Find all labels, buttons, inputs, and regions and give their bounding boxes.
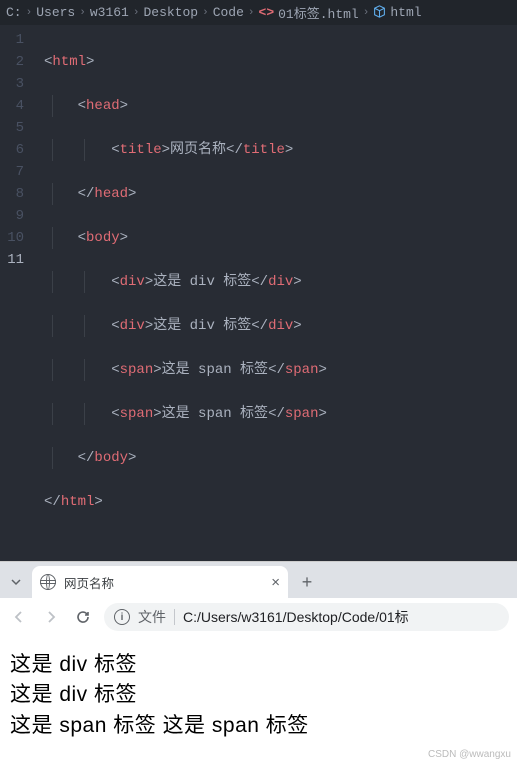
tab-title: 网页名称 xyxy=(64,573,263,592)
line-number: 7 xyxy=(0,161,24,183)
breadcrumb-part[interactable]: Users xyxy=(36,5,75,20)
breadcrumb[interactable]: C:› Users› w3161› Desktop› Code› <> 01标签… xyxy=(0,0,517,25)
chevron-right-icon: › xyxy=(363,7,370,19)
line-number: 3 xyxy=(0,73,24,95)
chevron-right-icon: › xyxy=(248,7,255,19)
code-line[interactable]: <head> xyxy=(36,95,517,117)
code-line[interactable]: <span>这是 span 标签</span> xyxy=(36,359,517,381)
toolbar: i 文件 C:/Users/w3161/Desktop/Code/01标 xyxy=(0,598,517,636)
file-scheme-label: 文件 xyxy=(138,607,166,627)
url-text: C:/Users/w3161/Desktop/Code/01标 xyxy=(183,607,409,627)
separator-icon xyxy=(174,609,175,625)
code-line[interactable]: <span>这是 span 标签</span> xyxy=(36,403,517,425)
breadcrumb-part[interactable]: Code xyxy=(213,5,244,20)
line-number: 5 xyxy=(0,117,24,139)
page-div-text: 这是 div 标签 xyxy=(10,650,507,680)
page-div-text: 这是 div 标签 xyxy=(10,680,507,710)
reload-button[interactable] xyxy=(72,606,94,628)
breadcrumb-file[interactable]: 01标签.html xyxy=(278,3,359,22)
rendered-page: 这是 div 标签 这是 div 标签 这是 span 标签 这是 span 标… xyxy=(0,636,517,747)
line-number: 4 xyxy=(0,95,24,117)
forward-button[interactable] xyxy=(40,606,62,628)
chevron-right-icon: › xyxy=(79,7,86,19)
line-number: 9 xyxy=(0,205,24,227)
browser-window: 网页名称 × + i 文件 C:/Users/w3161/Desktop/Cod… xyxy=(0,561,517,764)
code-editor: C:› Users› w3161› Desktop› Code› <> 01标签… xyxy=(0,0,517,561)
code-line[interactable]: <title>网页名称</title> xyxy=(36,139,517,161)
tab-dropdown-button[interactable] xyxy=(6,569,26,595)
symbol-icon xyxy=(373,5,386,20)
back-button[interactable] xyxy=(8,606,30,628)
globe-icon xyxy=(40,574,56,590)
page-span-line: 这是 span 标签 这是 span 标签 xyxy=(10,711,507,741)
site-info-icon[interactable]: i xyxy=(114,609,130,625)
watermark: CSDN @wwangxu xyxy=(0,747,517,764)
code-line[interactable]: </head> xyxy=(36,183,517,205)
tab-bar: 网页名称 × + xyxy=(0,562,517,598)
chevron-right-icon: › xyxy=(202,7,209,19)
address-bar[interactable]: i 文件 C:/Users/w3161/Desktop/Code/01标 xyxy=(104,603,509,631)
code-lines[interactable]: <html> <head> <title>网页名称</title> </head… xyxy=(36,25,517,561)
close-tab-button[interactable]: × xyxy=(271,574,280,591)
line-number: 6 xyxy=(0,139,24,161)
browser-tab[interactable]: 网页名称 × xyxy=(32,566,288,598)
breadcrumb-part[interactable]: w3161 xyxy=(90,5,129,20)
code-line[interactable]: <html> xyxy=(36,51,517,73)
line-number: 8 xyxy=(0,183,24,205)
breadcrumb-part[interactable]: C: xyxy=(6,5,22,20)
code-line[interactable]: </body> xyxy=(36,447,517,469)
html-file-icon: <> xyxy=(259,5,275,20)
line-number: 1 xyxy=(0,29,24,51)
chevron-right-icon: › xyxy=(26,7,33,19)
line-number-gutter: 1 2 3 4 5 6 7 8 9 10 11 xyxy=(0,25,36,561)
code-line[interactable]: </html> xyxy=(36,491,517,513)
line-number: 2 xyxy=(0,51,24,73)
breadcrumb-part[interactable]: Desktop xyxy=(143,5,198,20)
code-line[interactable]: <div>这是 div 标签</div> xyxy=(36,315,517,337)
chevron-right-icon: › xyxy=(133,7,140,19)
code-area[interactable]: 1 2 3 4 5 6 7 8 9 10 11 <html> <head> <t… xyxy=(0,25,517,561)
line-number: 11 xyxy=(0,249,24,271)
line-number: 10 xyxy=(0,227,24,249)
code-line[interactable]: <body> xyxy=(36,227,517,249)
code-line[interactable]: <div>这是 div 标签</div> xyxy=(36,271,517,293)
breadcrumb-symbol[interactable]: html xyxy=(390,5,421,20)
